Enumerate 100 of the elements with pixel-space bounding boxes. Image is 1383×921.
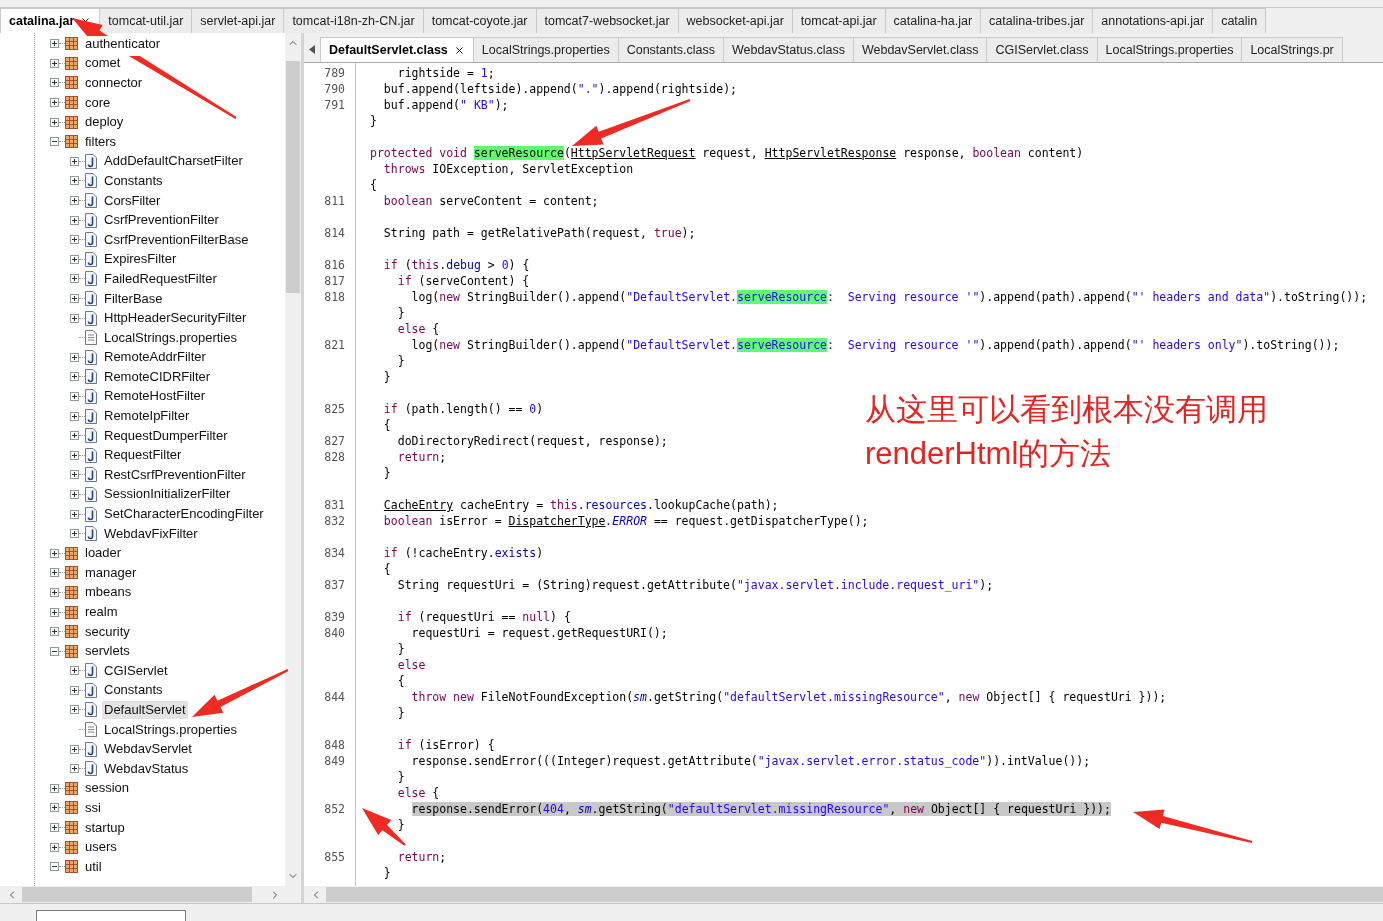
tree-item[interactable]: RequestDumperFilter [102, 426, 230, 445]
expand-icon[interactable] [70, 411, 79, 421]
expand-icon[interactable] [70, 705, 79, 715]
tree-item[interactable]: WebdavServlet [102, 740, 194, 759]
jar-tab[interactable]: annotations-api.jar [1093, 8, 1214, 33]
tree-item[interactable]: realm [83, 603, 120, 621]
tree-item[interactable]: RestCsrfPreventionFilter [102, 465, 248, 484]
jar-tab[interactable]: tomcat-api.jar [792, 8, 886, 33]
expand-icon[interactable] [70, 274, 79, 284]
tree-item[interactable]: CorsFilter [102, 191, 163, 210]
tree-item[interactable]: security [83, 622, 132, 641]
expand-icon[interactable] [50, 548, 59, 558]
expand-icon[interactable] [50, 607, 59, 617]
expand-icon[interactable] [70, 372, 79, 382]
jar-tab[interactable]: servlet-api.jar [192, 8, 285, 33]
tree-item[interactable]: ssi [83, 798, 103, 817]
expand-icon[interactable] [50, 783, 59, 793]
expand-icon[interactable] [70, 744, 79, 754]
tree-item[interactable]: servlets [83, 642, 132, 661]
expand-icon[interactable] [50, 823, 59, 833]
scrollbar-thumb[interactable] [22, 887, 252, 902]
jar-tab[interactable]: websocket-api.jar [678, 8, 793, 33]
tree-item[interactable]: FailedRequestFilter [102, 269, 219, 288]
expand-icon[interactable] [50, 568, 59, 578]
editor-tab[interactable]: Constants.class [618, 37, 724, 62]
expand-icon[interactable] [70, 294, 79, 303]
tree-item[interactable]: filters [83, 132, 119, 151]
editor-tab[interactable]: LocalStrings.properties [473, 37, 619, 62]
expand-icon[interactable] [70, 470, 79, 480]
tree-item[interactable]: ExpiresFilter [102, 250, 179, 269]
editor-tab[interactable]: LocalStrings.pr [1242, 37, 1343, 62]
tree-item[interactable]: LocalStrings.properties [102, 720, 239, 739]
tree-item[interactable]: deploy [83, 113, 126, 132]
expand-icon[interactable] [70, 196, 79, 206]
jar-tab[interactable]: tomcat-util.jar [100, 8, 193, 33]
expand-icon[interactable] [70, 176, 79, 186]
tree-item[interactable]: authenticator [83, 34, 163, 53]
expand-icon[interactable] [70, 450, 79, 460]
jar-tab[interactable]: tomcat-coyote.jar [423, 8, 537, 33]
tree-item[interactable]: SessionInitializerFilter [102, 485, 233, 504]
close-icon[interactable] [453, 44, 465, 56]
expand-icon[interactable] [50, 587, 59, 597]
expand-icon[interactable] [50, 78, 59, 88]
expand-icon[interactable] [50, 627, 59, 637]
collapse-icon[interactable] [50, 646, 59, 656]
tree-item[interactable]: RemoteCIDRFilter [102, 367, 213, 386]
tree-item[interactable]: RequestFilter [102, 446, 184, 465]
collapse-icon[interactable] [50, 862, 59, 872]
expand-icon[interactable] [70, 254, 79, 264]
expand-icon[interactable] [70, 156, 79, 166]
collapse-icon[interactable] [50, 137, 59, 147]
tree-item[interactable]: WebdavFixFilter [102, 524, 200, 543]
expand-icon[interactable] [70, 509, 79, 519]
tree-item[interactable]: SetCharacterEncodingFilter [102, 505, 266, 524]
jar-tab[interactable]: catalina.jar [0, 8, 101, 33]
expand-icon[interactable] [70, 215, 79, 225]
tree-item[interactable]: connector [83, 74, 145, 92]
tree-item[interactable]: comet [83, 54, 123, 73]
expand-icon[interactable] [70, 685, 79, 695]
expand-icon[interactable] [50, 117, 59, 127]
tree-item[interactable]: mbeans [83, 583, 134, 602]
editor-tab[interactable]: DefaultServlet.class [320, 37, 474, 62]
scrollbar[interactable] [0, 886, 301, 903]
tree-item[interactable]: startup [83, 818, 127, 837]
expand-icon[interactable] [70, 489, 79, 499]
jar-tab[interactable]: catalin [1213, 8, 1267, 33]
tree-item[interactable]: FilterBase [102, 289, 165, 308]
tree-item[interactable]: LocalStrings.properties [102, 328, 239, 347]
tree-item[interactable]: CsrfPreventionFilter [102, 211, 221, 230]
expand-icon[interactable] [50, 803, 59, 813]
expand-icon[interactable] [50, 98, 59, 108]
tree-item[interactable]: CsrfPreventionFilterBase [102, 230, 251, 249]
expand-icon[interactable] [70, 235, 79, 245]
tree-item[interactable]: CGIServlet [102, 661, 170, 680]
tree-item[interactable]: core [83, 93, 113, 112]
tree-item[interactable]: session [83, 779, 132, 798]
editor-tab[interactable]: WebdavStatus.class [723, 37, 854, 62]
expand-icon[interactable] [70, 666, 79, 676]
jar-tab[interactable]: catalina-ha.jar [885, 8, 982, 33]
expand-icon[interactable] [70, 313, 79, 323]
scrollbar-thumb[interactable] [286, 61, 300, 293]
tree-item[interactable]: DefaultServlet [102, 701, 188, 719]
tree-item[interactable]: Constants [102, 171, 165, 190]
expand-icon[interactable] [70, 392, 79, 401]
expand-icon[interactable] [70, 352, 79, 362]
editor-tab[interactable]: LocalStrings.properties [1097, 37, 1243, 62]
tree-item[interactable]: loader [83, 544, 124, 563]
scroll-left-icon[interactable] [309, 44, 315, 54]
jar-tab[interactable]: tomcat7-websocket.jar [536, 8, 679, 33]
tree-item[interactable]: util [83, 857, 104, 876]
tree-item[interactable]: Constants [102, 681, 165, 700]
jar-tab[interactable]: tomcat-i18n-zh-CN.jar [284, 8, 424, 33]
jar-tab[interactable]: catalina-tribes.jar [981, 8, 1094, 33]
tree-item[interactable]: manager [83, 563, 139, 582]
scrollbar[interactable] [285, 33, 301, 886]
expand-icon[interactable] [50, 39, 59, 49]
expand-icon[interactable] [50, 58, 59, 68]
tree-item[interactable]: RemoteIpFilter [102, 407, 192, 426]
tree-item[interactable]: WebdavStatus [102, 759, 191, 778]
editor-tab[interactable]: WebdavServlet.class [853, 37, 988, 62]
